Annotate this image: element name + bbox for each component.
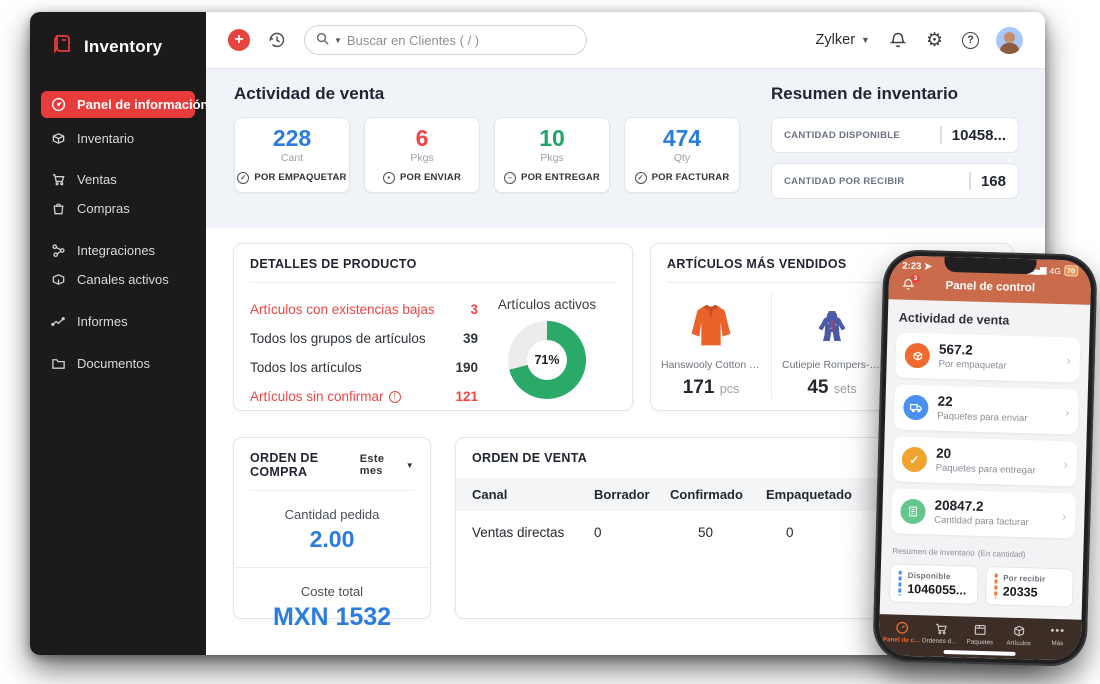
sidebar-item-informes[interactable]: Informes — [30, 307, 206, 336]
search-placeholder: Buscar en Clientes ( / ) — [347, 33, 479, 48]
phone-card-to-invoice[interactable]: 20847.2Cantidad para facturar › — [891, 488, 1076, 538]
phone-time: 2:23 — [902, 261, 921, 273]
sidebar-item-inventario[interactable]: Inventario — [30, 124, 206, 153]
period-dropdown[interactable]: Este mes ▼ — [360, 453, 414, 477]
sidebar-item-dashboard[interactable]: Panel de información — [41, 91, 195, 118]
location-arrow-icon: ➤ — [924, 261, 932, 272]
settings-gear-icon[interactable]: ⚙ — [926, 29, 943, 52]
item-groups-row[interactable]: Todos los grupos de artículos 39 — [250, 324, 478, 353]
global-search-input[interactable]: ▼ Buscar en Clientes ( / ) — [304, 25, 587, 55]
cardigan-product-image — [661, 297, 761, 355]
minus-circle-icon: – — [504, 172, 516, 184]
truck-icon — [903, 395, 929, 421]
phone-activity-title: Actividad de venta — [899, 311, 1079, 330]
info-icon — [389, 391, 401, 403]
battery-icon: 70 — [1064, 265, 1079, 276]
chevron-right-icon: › — [1065, 405, 1069, 419]
product-details-card: DETALLES DE PRODUCTO Artículos con exist… — [233, 243, 633, 411]
inventory-book-icon — [50, 32, 74, 61]
package-icon — [904, 343, 930, 369]
phone-card-to-deliver[interactable]: ✓ 20Paquetes para entregar › — [892, 436, 1077, 486]
chevron-down-icon: ▼ — [406, 461, 414, 470]
product-details-title: DETALLES DE PRODUCTO — [234, 244, 632, 282]
app-logo: Inventory — [30, 12, 206, 77]
phone-nav-sales-orders[interactable]: Órdenes de venta — [922, 621, 961, 645]
phone-page-title: Panel de control — [915, 278, 1066, 294]
purchase-order-title: ORDEN DE COMPRA — [250, 451, 360, 479]
sidebar-item-ventas[interactable]: Ventas — [30, 165, 206, 194]
top-selling-item[interactable]: Hanswooly Cotton Cas... 171 pcs — [651, 293, 772, 399]
sidebar-item-integraciones[interactable]: Integraciones — [30, 236, 206, 265]
invoice-icon — [900, 499, 926, 525]
mobile-app-mockup: 2:23 ➤ ▂▄▆4G70 3 Panel de control Activi… — [872, 249, 1097, 667]
user-avatar[interactable] — [996, 27, 1023, 54]
chevron-down-icon: ▼ — [861, 35, 870, 45]
activity-card-to-deliver[interactable]: 10 Pkgs –POR ENTREGAR — [494, 117, 610, 193]
dot-circle-icon: • — [383, 172, 395, 184]
quantity-ordered-block: Cantidad pedida 2.00 — [234, 491, 430, 567]
phone-available-box[interactable]: Disponible1046055... — [889, 563, 979, 604]
recent-history-icon[interactable] — [267, 30, 287, 50]
sidebar-item-documentos[interactable]: Documentos — [30, 349, 206, 378]
unconfirmed-items-row[interactable]: Artículos sin confirmar 121 — [250, 382, 478, 411]
active-items-donut-chart: 71% — [508, 321, 586, 399]
total-cost-block: Coste total MXN 1532 — [234, 568, 430, 646]
network-label: 4G — [1049, 265, 1061, 275]
phone-body: Actividad de venta 567.2Por empaquetar ›… — [880, 299, 1091, 620]
phone-bell-icon[interactable]: 3 — [902, 278, 915, 291]
phone-card-to-pack[interactable]: 567.2Por empaquetar › — [895, 332, 1080, 382]
check-circle-icon: ✓ — [635, 172, 647, 184]
sidebar: Inventory Panel de información Inventari… — [30, 12, 206, 655]
phone-nav-dashboard[interactable]: Panel de control — [883, 620, 922, 644]
phone-bottom-nav: Panel de control Órdenes de venta Paquet… — [878, 614, 1081, 661]
activity-card-to-ship[interactable]: 6 Pkgs •POR ENVIAR — [364, 117, 480, 193]
inventory-summary-title: Resumen de inventario — [771, 84, 1019, 104]
romper-product-image — [782, 297, 882, 355]
phone-nav-items[interactable]: Artículos — [999, 623, 1038, 647]
chevron-right-icon: › — [1067, 353, 1071, 367]
more-dots-icon: ••• — [1050, 625, 1065, 638]
home-indicator — [944, 650, 1016, 656]
purchase-order-card: ORDEN DE COMPRA Este mes ▼ Cantidad pedi… — [233, 437, 431, 619]
topbar: + ▼ Buscar en Clientes ( / ) Zylker ▼ ⚙ … — [206, 12, 1045, 69]
chevron-right-icon: › — [1062, 509, 1066, 523]
phone-to-receive-box[interactable]: Por recibir20335 — [984, 566, 1074, 607]
qty-in-hand-row[interactable]: CANTIDAD DISPONIBLE 10458... — [771, 117, 1019, 153]
active-items-label: Artículos activos — [478, 297, 616, 312]
check-icon: ✓ — [902, 447, 928, 473]
search-scope-caret-icon[interactable]: ▼ — [334, 36, 342, 45]
all-items-row[interactable]: Todos los artículos 190 — [250, 353, 478, 382]
help-icon[interactable]: ? — [962, 32, 979, 49]
app-title: Inventory — [84, 37, 162, 57]
activity-card-to-invoice[interactable]: 474 Qty ✓POR FACTURAR — [624, 117, 740, 193]
sidebar-item-canales-activos[interactable]: Canales activos — [30, 265, 206, 294]
phone-inventory-title: Resumen de inventario — [892, 546, 975, 557]
low-stock-row[interactable]: Artículos con existencias bajas 3 — [250, 295, 478, 324]
quick-create-button[interactable]: + — [228, 29, 250, 51]
org-selector[interactable]: Zylker ▼ — [816, 32, 870, 48]
hero-strip: Actividad de venta 228 Cant ✓POR EMPAQUE… — [206, 69, 1045, 228]
notifications-bell-icon[interactable] — [889, 31, 907, 49]
chevron-right-icon: › — [1064, 457, 1068, 471]
sidebar-item-compras[interactable]: Compras — [30, 194, 206, 223]
phone-nav-packages[interactable]: Paquetes — [960, 622, 999, 646]
phone-card-to-ship[interactable]: 22Paquetes para enviar › — [894, 384, 1079, 434]
phone-notch — [944, 257, 1036, 275]
activity-card-to-pack[interactable]: 228 Cant ✓POR EMPAQUETAR — [234, 117, 350, 193]
top-selling-item[interactable]: Cutiepie Rompers-spo... 45 sets — [772, 293, 893, 399]
qty-to-receive-row[interactable]: CANTIDAD POR RECIBIR 168 — [771, 163, 1019, 199]
check-circle-icon: ✓ — [237, 172, 249, 184]
search-icon — [316, 32, 329, 48]
phone-nav-more[interactable]: ••• Más — [1038, 625, 1077, 649]
sales-activity-title: Actividad de venta — [234, 84, 740, 104]
